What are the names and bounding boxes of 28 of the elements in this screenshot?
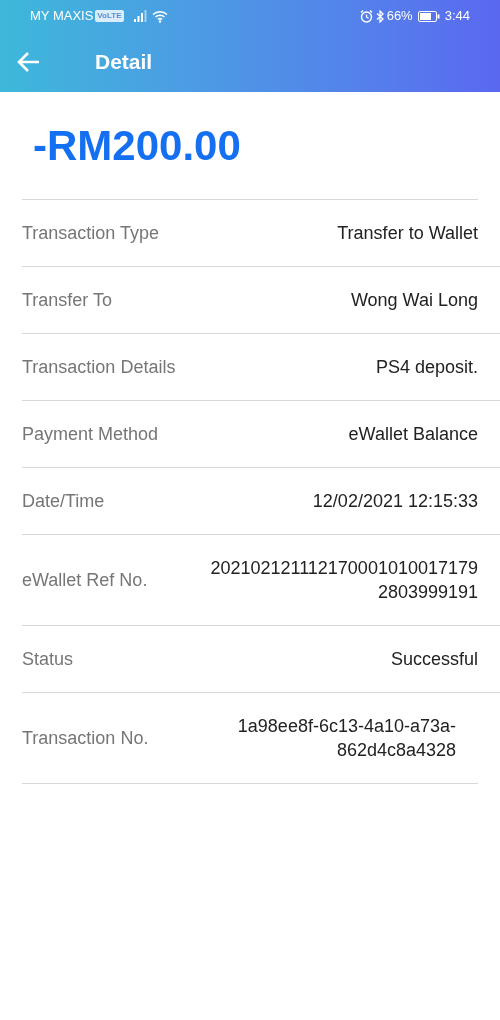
detail-label: Transaction Type [22,221,160,245]
bluetooth-icon [375,9,385,23]
detail-label: Status [22,647,74,671]
detail-label: Transaction No. [22,726,149,750]
back-arrow-icon [17,51,41,73]
detail-label: Transfer To [22,288,113,312]
volte-badge: VoLTE [95,10,124,22]
clock-time: 3:44 [444,7,470,26]
detail-value: eWallet Balance [348,423,478,446]
transaction-amount: -RM200.00 [33,121,241,171]
detail-value: 12/02/2021 12:15:33 [312,490,478,513]
detail-value: 1a98ee8f-6c13-4a10-a73a- 862d4c8a4328 [237,715,456,762]
detail-label: Payment Method [22,422,159,446]
detail-label: Transaction Details [22,355,176,379]
detail-value: Wong Wai Long [350,289,478,312]
wifi-icon [151,9,168,23]
detail-value: Successful [390,648,478,671]
screen-title: Detail [95,49,153,76]
detail-label: Date/Time [22,489,105,513]
detail-value: Transfer to Wallet [337,222,478,245]
alarm-icon [359,9,373,23]
battery-icon [417,10,440,22]
carrier-name: MY MAXIS [30,7,94,26]
detail-value: 202102121112170001010017179 2803999191 [210,557,478,604]
detail-value: PS4 deposit. [375,356,478,379]
battery-percent: 66% [386,7,413,26]
detail-label: eWallet Ref No. [22,568,148,592]
signal-icon [133,10,148,22]
